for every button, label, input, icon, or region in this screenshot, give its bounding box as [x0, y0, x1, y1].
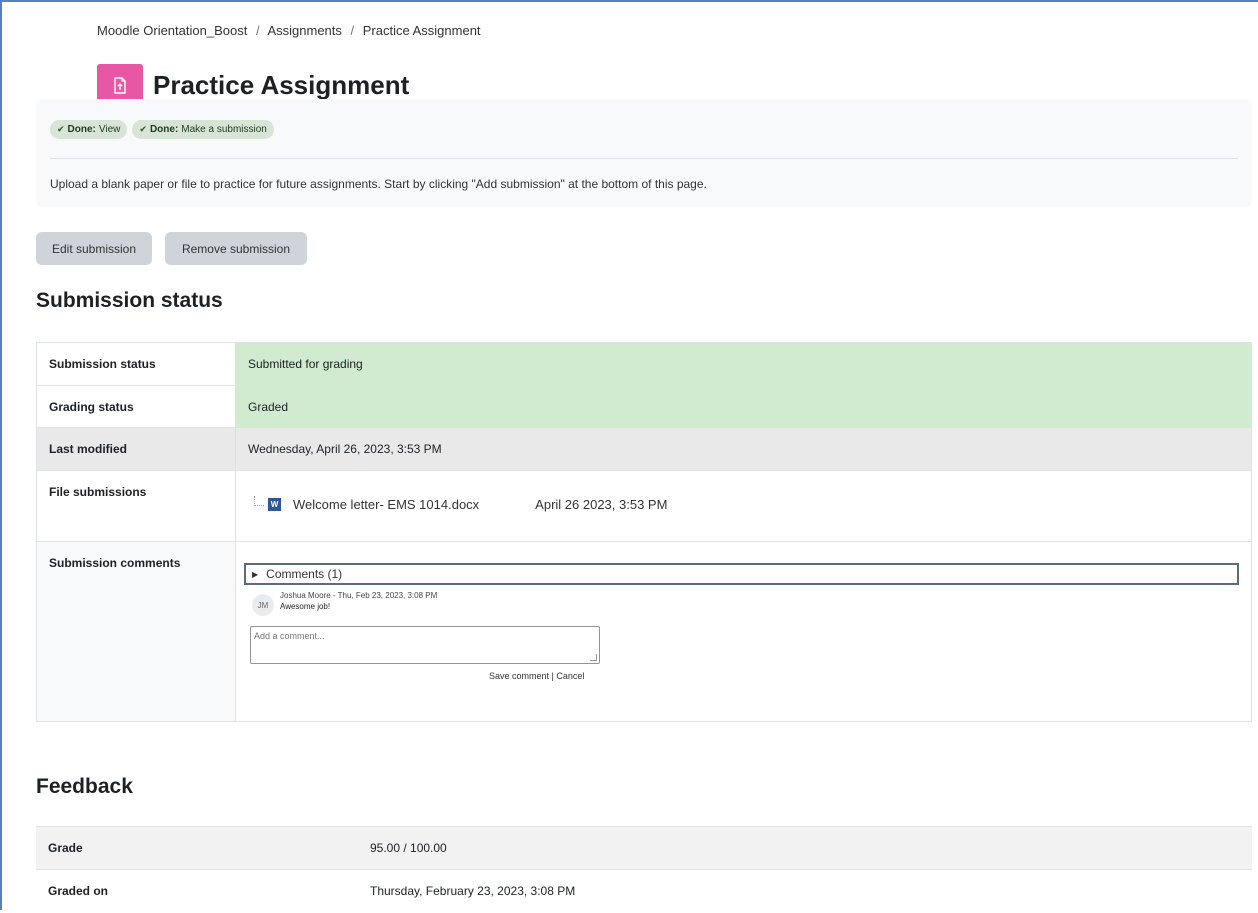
feedback-table: Grade 95.00 / 100.00 Graded on Thursday,… — [36, 826, 1252, 913]
feedback-heading: Feedback — [36, 775, 133, 798]
row-label: Graded on — [48, 884, 109, 899]
breadcrumb: Moodle Orientation_Boost / Assignments /… — [97, 23, 481, 38]
check-icon: ✔ — [139, 124, 147, 134]
table-row: Last modified Wednesday, April 26, 2023,… — [36, 427, 1252, 471]
file-date: April 26 2023, 3:53 PM — [535, 497, 668, 512]
file-link[interactable]: Welcome letter- EMS 1014.docx — [293, 497, 479, 512]
completion-badges: ✔ Done: View ✔ Done: Make a submission — [50, 120, 274, 139]
breadcrumb-current: Practice Assignment — [362, 23, 481, 38]
file-submissions-cell: W Welcome letter- EMS 1014.docx April 26… — [235, 470, 1252, 542]
submission-status-heading: Submission status — [36, 289, 223, 312]
table-row: File submissions W Welcome letter- EMS 1… — [36, 470, 1252, 542]
assignment-intro: Upload a blank paper or file to practice… — [50, 177, 707, 191]
actions-separator: | — [551, 671, 554, 681]
table-row: Graded on Thursday, February 23, 2023, 3… — [36, 869, 1252, 913]
table-row: Submission status Submitted for grading — [36, 342, 1252, 386]
grading-status-value: Graded — [235, 385, 1252, 428]
row-label: Submission comments — [36, 541, 236, 722]
row-label: Grade — [36, 826, 358, 870]
breadcrumb-separator: / — [350, 23, 355, 38]
divider — [50, 158, 1238, 159]
row-label: Grading status — [36, 385, 236, 428]
comments-toggle[interactable]: ▶ Comments (1) — [244, 563, 1239, 585]
completion-badge-submission: ✔ Done: Make a submission — [132, 120, 274, 139]
remove-submission-button[interactable]: Remove submission — [165, 232, 307, 265]
badge-text: View — [98, 124, 121, 135]
comments-toggle-label: Comments (1) — [266, 567, 343, 581]
table-row: Submission comments ▶ Comments (1) JM Jo… — [36, 541, 1252, 722]
comment-meta: Joshua Moore - Thu, Feb 23, 2023, 3:08 P… — [280, 591, 438, 600]
cancel-comment-link[interactable]: Cancel — [556, 671, 584, 681]
comment-text: Awesome job! — [280, 602, 331, 611]
graded-on-value: Thursday, February 23, 2023, 3:08 PM — [370, 884, 576, 899]
check-icon: ✔ — [57, 124, 65, 134]
row-label: Submission status — [36, 342, 236, 386]
word-document-icon: W — [268, 498, 281, 511]
avatar: JM — [252, 594, 274, 616]
table-row: Grade 95.00 / 100.00 — [36, 826, 1252, 870]
activity-header: ✔ Done: View ✔ Done: Make a submission U… — [36, 99, 1252, 207]
tree-connector — [254, 495, 264, 506]
completion-badge-view: ✔ Done: View — [50, 120, 128, 139]
table-row: Grading status Graded — [36, 385, 1252, 428]
badge-text: Make a submission — [181, 124, 267, 135]
submission-status-value: Submitted for grading — [235, 342, 1252, 386]
submission-comments-cell: ▶ Comments (1) JM Joshua Moore - Thu, Fe… — [235, 541, 1252, 722]
comment-item: JM Joshua Moore - Thu, Feb 23, 2023, 3:0… — [252, 591, 1239, 616]
save-comment-link[interactable]: Save comment — [489, 671, 549, 681]
comment-actions: Save comment | Cancel — [489, 671, 1239, 681]
file-item: W Welcome letter- EMS 1014.docx April 26… — [254, 495, 1239, 512]
row-label: File submissions — [36, 470, 236, 542]
submission-status-table: Submission status Submitted for grading … — [36, 342, 1252, 722]
badge-label: Done: — [149, 124, 179, 135]
breadcrumb-course[interactable]: Moodle Orientation_Boost — [97, 23, 247, 38]
breadcrumb-assignments[interactable]: Assignments — [267, 23, 341, 38]
breadcrumb-separator: / — [255, 23, 260, 38]
comment-input[interactable]: Add a comment... — [250, 626, 600, 664]
page-title: Practice Assignment — [153, 70, 410, 101]
caret-right-icon: ▶ — [252, 569, 259, 579]
badge-label: Done: — [67, 124, 96, 135]
row-label: Last modified — [36, 427, 236, 471]
grade-value: 95.00 / 100.00 — [358, 826, 1252, 870]
edit-submission-button[interactable]: Edit submission — [36, 232, 152, 265]
last-modified-value: Wednesday, April 26, 2023, 3:53 PM — [235, 427, 1252, 471]
